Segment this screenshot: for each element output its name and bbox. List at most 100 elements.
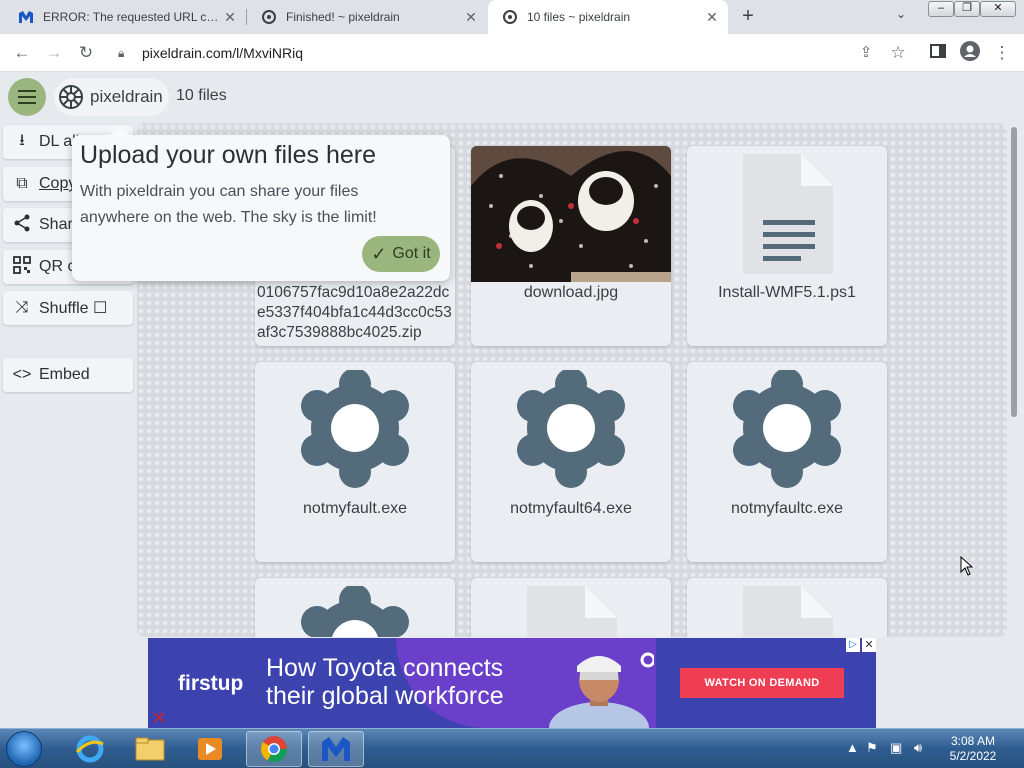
tab-search-chevron-icon[interactable]: ⌄ <box>896 7 906 21</box>
lock-icon: 🔒︎ <box>118 46 125 60</box>
gear-icon <box>255 578 455 637</box>
action-center-icon[interactable]: ⚑ <box>866 740 878 756</box>
tab-title: ERROR: The requested URL could <box>43 10 222 24</box>
taskbar-media-player-icon[interactable] <box>182 731 238 767</box>
m-logo-icon <box>18 9 34 25</box>
document-icon <box>687 578 887 637</box>
upload-tooltip: Upload your own files here With pixeldra… <box>72 125 450 281</box>
new-tab-button[interactable]: + <box>736 4 760 28</box>
start-button[interactable] <box>6 731 42 767</box>
system-clock[interactable]: 3:08 AM 5/2/2022 <box>938 734 1008 764</box>
download-icon: ⭳ <box>19 131 25 149</box>
shuffle-icon: ⤨ <box>15 299 29 316</box>
got-it-label: Got it <box>392 245 431 262</box>
embed-icon: <> <box>12 366 32 383</box>
file-card[interactable]: Install-WMF5.1.ps1 <box>687 146 887 346</box>
ad-close-icon[interactable]: ✕ <box>862 638 876 652</box>
pixeldrain-home-button[interactable]: pixeldrain <box>54 78 169 116</box>
file-card[interactable]: notmyfault64.exe <box>471 362 671 562</box>
volume-icon[interactable]: 🔊︎ <box>914 740 922 756</box>
file-count: 10 files <box>176 87 227 104</box>
maximize-button[interactable]: ❐ <box>954 1 980 17</box>
side-panel-icon[interactable] <box>926 41 950 65</box>
browser-tab-10-files[interactable]: 10 files ~ pixeldrain ✕ <box>488 0 728 34</box>
network-icon[interactable]: ▣ <box>890 740 902 756</box>
address-bar[interactable]: 🔒︎ pixeldrain.com/l/MxviNRiq <box>110 38 880 68</box>
gear-icon <box>471 362 671 498</box>
page-scrollbar[interactable] <box>1010 123 1018 637</box>
file-card[interactable]: notmyfault.exe <box>255 362 455 562</box>
back-arrow-icon[interactable]: ← <box>10 41 34 65</box>
file-name: Install-WMF5.1.ps1 <box>718 284 856 301</box>
share-icon <box>11 214 33 237</box>
embed-button[interactable]: <> Embed <box>3 358 133 392</box>
minimize-button[interactable]: – <box>928 1 954 17</box>
reload-icon[interactable]: ↻ <box>74 41 98 65</box>
file-name: notmyfault64.exe <box>510 500 632 517</box>
close-tab-icon[interactable]: ✕ <box>704 9 720 26</box>
document-icon <box>471 578 671 637</box>
browser-tab-finished[interactable]: Finished! ~ pixeldrain ✕ <box>247 0 487 34</box>
tab-title: Finished! ~ pixeldrain <box>286 10 400 24</box>
ad-brand: firstup <box>178 672 244 695</box>
taskbar-chrome-icon[interactable] <box>246 731 302 767</box>
sidebar-item-label: Embed <box>39 366 90 383</box>
file-card[interactable]: download.jpg <box>471 146 671 346</box>
clock-time: 3:08 AM <box>950 734 996 748</box>
ad-person-image <box>549 652 654 728</box>
close-tab-icon[interactable]: ✕ <box>463 9 479 26</box>
taskbar-malwarebytes-icon[interactable] <box>308 731 364 767</box>
ad-headline: How Toyota connects their global workfor… <box>266 654 504 710</box>
url-text: pixeldrain.com/l/MxviNRiq <box>142 45 304 61</box>
pixeldrain-logo-icon <box>59 85 83 109</box>
profile-avatar-icon[interactable] <box>958 41 982 65</box>
browser-tab-error[interactable]: ERROR: The requested URL could ✕ <box>4 0 246 34</box>
windows-taskbar: ▲ ⚑ ▣ 🔊︎ 3:08 AM 5/2/2022 <box>0 728 1024 768</box>
file-card[interactable] <box>471 578 671 637</box>
image-thumbnail <box>471 146 671 282</box>
forward-arrow-icon[interactable]: → <box>42 41 66 65</box>
gear-icon <box>255 362 455 498</box>
pixeldrain-page: pixeldrain 10 files ⭳ DL all ⧉ Copy Shar… <box>0 72 1024 728</box>
tooltip-title: Upload your own files here <box>80 141 376 169</box>
taskbar-explorer-icon[interactable] <box>122 731 178 767</box>
sidebar-item-label: Shuffle ☐ <box>39 300 108 317</box>
close-tab-icon[interactable]: ✕ <box>222 9 238 26</box>
ad-info-icon[interactable]: ▷ <box>846 638 860 652</box>
file-card[interactable] <box>255 578 455 637</box>
pixeldrain-icon <box>261 9 277 25</box>
file-name: notmyfault.exe <box>302 500 408 517</box>
clock-date: 5/2/2022 <box>949 749 997 763</box>
sidebar-item-label: Copy <box>39 175 77 192</box>
check-icon: ✓ <box>371 243 387 264</box>
hamburger-menu-button[interactable] <box>8 78 46 116</box>
got-it-button[interactable]: ✓ Got it <box>362 236 440 272</box>
file-card[interactable] <box>687 578 887 637</box>
watch-on-demand-button[interactable]: WATCH ON DEMAND <box>680 668 844 698</box>
kebab-menu-icon[interactable]: ⋮ <box>990 41 1014 65</box>
file-card[interactable]: notmyfaultc.exe <box>687 362 887 562</box>
file-name: notmyfaultc.exe <box>730 500 844 517</box>
qr-icon <box>11 255 33 279</box>
pixeldrain-icon <box>502 9 518 25</box>
file-name: download.jpg <box>523 284 619 301</box>
shuffle-button[interactable]: ⤨ Shuffle ☐ <box>3 291 133 325</box>
mouse-cursor-icon <box>960 556 974 576</box>
advertisement-banner[interactable]: firstup How Toyota connects their global… <box>148 638 876 728</box>
tooltip-text: With pixeldrain you can share your files… <box>80 183 377 226</box>
close-window-button[interactable]: ✕ <box>980 1 1016 17</box>
share-page-icon[interactable]: ⇪ <box>854 41 878 65</box>
scrollbar-thumb[interactable] <box>1011 127 1017 417</box>
browser-tab-strip: ERROR: The requested URL could ✕ Finishe… <box>0 0 1024 34</box>
taskbar-ie-icon[interactable] <box>62 731 118 767</box>
file-name: 0106757fac9d10a8e2a22dce5337f404bfa1c44d… <box>257 284 452 341</box>
ad-dismiss-icon[interactable]: ✕ <box>144 708 174 728</box>
gear-icon <box>687 362 887 498</box>
document-icon <box>687 146 887 282</box>
copy-icon: ⧉ <box>16 175 28 192</box>
brand-label: pixeldrain <box>90 87 163 106</box>
tab-title: 10 files ~ pixeldrain <box>527 10 631 24</box>
bookmark-star-icon[interactable]: ☆ <box>886 41 910 65</box>
show-hidden-icons-icon[interactable]: ▲ <box>846 740 859 755</box>
browser-toolbar: ← → ↻ 🔒︎ pixeldrain.com/l/MxviNRiq ⇪ ☆ ⋮ <box>0 34 1024 72</box>
